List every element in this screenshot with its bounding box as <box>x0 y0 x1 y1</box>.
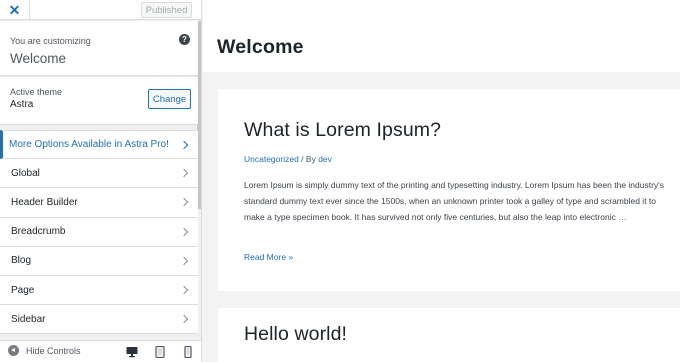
sidebar-item-label: Sidebar <box>11 313 46 325</box>
customizing-label: You are customizing <box>10 36 91 46</box>
astra-pro-label: More Options Available in Astra Pro! <box>9 139 169 151</box>
post-meta: Uncategorized / By dev <box>244 154 332 164</box>
customizing-info: You are customizing Welcome ? <box>0 21 198 76</box>
sidebar-item-page[interactable]: Page <box>0 275 198 306</box>
post-category-link[interactable]: Uncategorized <box>244 154 299 164</box>
chevron-right-icon <box>179 140 189 149</box>
hide-controls-label: Hide Controls <box>26 345 81 356</box>
mobile-icon[interactable] <box>182 346 194 358</box>
chevron-right-icon <box>179 314 189 324</box>
post-excerpt: Lorem Ipsum is simply dummy text of the … <box>244 180 665 223</box>
sidebar-item-breadcrumb[interactable]: Breadcrumb <box>0 217 198 247</box>
site-title[interactable]: Welcome <box>217 36 304 59</box>
sidebar-item-label: Page <box>11 284 35 296</box>
sidebar-item-global[interactable]: Global <box>0 159 198 189</box>
post-title[interactable]: Hello world! <box>244 323 347 346</box>
hide-controls-button[interactable]: Hide Controls <box>8 345 81 356</box>
sidebar-item-label: Global <box>11 167 40 179</box>
site-header: Welcome <box>203 0 680 72</box>
active-theme-name: Astra <box>10 99 34 110</box>
help-icon[interactable]: ? <box>179 34 190 45</box>
customizer-sidebar: ✕ Published You are customizing Welcome … <box>0 0 202 362</box>
chevron-right-icon <box>179 285 189 295</box>
tablet-icon[interactable] <box>154 346 166 358</box>
chevron-right-icon <box>179 256 189 266</box>
post-card: What is Lorem Ipsum? Uncategorized / By … <box>218 89 680 291</box>
post-author-link[interactable]: dev <box>318 154 332 164</box>
close-customizer-button[interactable]: ✕ <box>0 0 30 20</box>
sidebar-item-label: Header Builder <box>11 196 78 208</box>
astra-pro-link[interactable]: More Options Available in Astra Pro! <box>0 130 198 160</box>
close-icon: ✕ <box>8 1 21 18</box>
post-card: Hello world! <box>218 308 680 362</box>
desktop-icon[interactable] <box>126 346 138 358</box>
post-meta-separator: / By <box>298 154 319 164</box>
chevron-right-icon <box>179 227 189 236</box>
site-preview: Welcome What is Lorem Ipsum? Uncategoriz… <box>203 0 680 362</box>
sidebar-item-blog[interactable]: Blog <box>0 246 198 276</box>
post-title[interactable]: What is Lorem Ipsum? <box>244 119 441 142</box>
sidebar-item-label: Blog <box>11 255 32 267</box>
collapse-icon <box>8 345 19 356</box>
sidebar-item-label: Breadcrumb <box>11 226 66 238</box>
change-theme-button[interactable]: Change <box>148 89 191 109</box>
customizer-menu: More Options Available in Astra Pro! Glo… <box>0 130 198 335</box>
chevron-right-icon <box>179 169 189 178</box>
read-more-link[interactable]: Read More » <box>244 252 293 262</box>
sidebar-header: ✕ Published <box>0 0 201 20</box>
published-button[interactable]: Published <box>141 2 192 18</box>
customizing-title: Welcome <box>10 51 67 66</box>
sidebar-item-header-builder[interactable]: Header Builder <box>0 188 198 218</box>
sidebar-item-sidebar[interactable]: Sidebar <box>0 305 198 335</box>
sidebar-footer: Hide Controls <box>0 340 201 362</box>
chevron-right-icon <box>179 198 189 207</box>
active-theme-label: Active theme <box>10 87 63 97</box>
